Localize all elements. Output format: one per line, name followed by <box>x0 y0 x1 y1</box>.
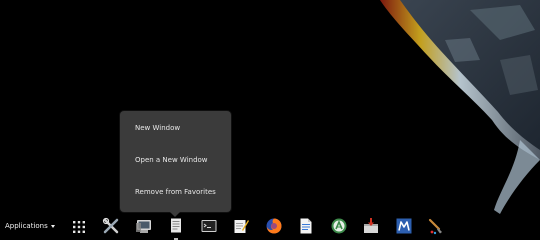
text-editor-icon <box>234 220 249 233</box>
dock-item-text-editor[interactable] <box>232 217 250 235</box>
dock-panel: Applications <box>0 214 540 240</box>
paint-brush-icon <box>428 218 442 235</box>
dock-item-software-installer[interactable] <box>362 217 380 235</box>
dock-context-menu: New Window Open a New Window Remove from… <box>120 111 231 217</box>
firefox-icon <box>266 218 282 234</box>
grid-icon <box>73 221 85 233</box>
document-viewer-icon <box>171 218 181 233</box>
show-applications-button[interactable] <box>72 219 86 233</box>
software-installer-icon <box>364 218 378 233</box>
applications-label: Applications <box>5 222 48 230</box>
dock-item-android-studio[interactable] <box>330 217 348 235</box>
dock-item-terminal[interactable] <box>200 217 218 235</box>
system-monitor-icon <box>136 220 151 233</box>
menu-item-open-new-window[interactable]: Open a New Window <box>135 156 208 164</box>
caret-down-icon <box>50 224 55 228</box>
desktop-wallpaper <box>0 0 540 240</box>
writer-document-icon <box>300 218 312 234</box>
dock-item-settings[interactable] <box>102 217 120 235</box>
earth-night-image <box>380 0 540 214</box>
applications-menu-button[interactable]: Applications <box>5 222 55 230</box>
dock-item-writer[interactable] <box>297 217 315 235</box>
dock-item-system-monitor[interactable] <box>135 217 153 235</box>
settings-tools-icon <box>102 217 119 234</box>
terminal-icon <box>201 220 217 232</box>
mousepad-icon <box>396 218 412 234</box>
menu-item-new-window[interactable]: New Window <box>135 124 180 132</box>
dock-item-mousepad[interactable] <box>395 217 413 235</box>
dock-item-paint[interactable] <box>427 217 445 235</box>
menu-item-remove-from-favorites[interactable]: Remove from Favorites <box>135 188 216 196</box>
dock-item-document-viewer[interactable] <box>167 217 185 235</box>
dock-item-firefox[interactable] <box>265 217 283 235</box>
android-studio-icon <box>331 218 347 234</box>
